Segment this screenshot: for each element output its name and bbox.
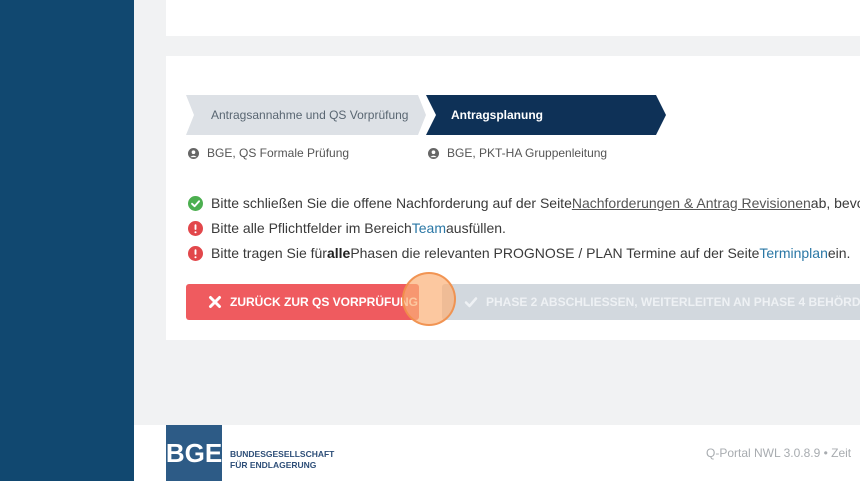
- logo-mark: BGE: [165, 437, 223, 468]
- logo-text: BUNDESGESELLSCHAFT FÜR ENDLAGERUNG: [230, 449, 334, 471]
- sidebar: [0, 0, 134, 481]
- assignee-label: BGE, PKT-HA Gruppenleitung: [447, 146, 608, 160]
- footer: BGE BUNDESGESELLSCHAFT FÜR ENDLAGERUNG Q…: [134, 425, 860, 481]
- bge-logo: BGE: [166, 425, 222, 481]
- version-info: Q-Portal NWL 3.0.8.9 • Zeit: [706, 446, 852, 460]
- step-assignee: BGE, QS Formale Prüfung: [188, 146, 349, 160]
- workflow-card: Antragsannahme und QS Vorprüfung Antrags…: [166, 56, 860, 340]
- top-card: [166, 0, 860, 36]
- terminplan-link[interactable]: Terminplan: [759, 245, 827, 261]
- logo-line: BUNDESGESELLSCHAFT: [230, 449, 335, 459]
- back-to-qs-button[interactable]: ZURÜCK ZUR QS VORPRÜFUNG: [186, 284, 419, 320]
- message-text: Phasen die relevanten PROGNOSE / PLAN Te…: [350, 245, 760, 261]
- message-team: Bitte alle Pflichtfelder im Bereich Team…: [188, 220, 506, 236]
- message-text: ein.: [827, 245, 851, 261]
- close-icon: [209, 296, 221, 308]
- check-icon: [464, 297, 478, 308]
- user-icon: [428, 147, 439, 159]
- complete-phase-button[interactable]: PHASE 2 ABSCHLIESSEN, WEITERLEITEN AN PH…: [442, 284, 860, 320]
- message-text: Bitte schließen Sie die offene Nachforde…: [211, 195, 572, 211]
- message-nachforderung: Bitte schließen Sie die offene Nachforde…: [188, 195, 860, 211]
- button-label: ZURÜCK ZUR QS VORPRÜFUNG: [230, 295, 418, 309]
- message-emphasis: alle: [326, 245, 351, 261]
- step-label: Antragsplanung: [451, 108, 543, 122]
- alert-circle-icon: [188, 245, 203, 261]
- message-text: Bitte alle Pflichtfelder im Bereich: [211, 220, 412, 236]
- team-link[interactable]: Team: [412, 220, 446, 236]
- nachforderungen-link[interactable]: Nachforderungen & Antrag Revisionen: [572, 195, 811, 211]
- assignee-label: BGE, QS Formale Prüfung: [207, 146, 350, 160]
- message-text: ab, bevor: [810, 195, 860, 211]
- alert-circle-icon: [188, 220, 203, 236]
- step-label: Antragsannahme und QS Vorprüfung: [211, 108, 409, 122]
- step-antragsannahme[interactable]: Antragsannahme und QS Vorprüfung: [186, 95, 426, 135]
- click-indicator: [402, 272, 456, 326]
- step-assignee: BGE, PKT-HA Gruppenleitung: [428, 146, 607, 160]
- message-text: ausfüllen.: [446, 220, 506, 236]
- check-circle-icon: [188, 195, 203, 211]
- message-terminplan: Bitte tragen Sie für alle Phasen die rel…: [188, 245, 850, 261]
- user-icon: [188, 147, 199, 159]
- button-label: PHASE 2 ABSCHLIESSEN, WEITERLEITEN AN PH…: [486, 295, 860, 309]
- logo-line: FÜR ENDLAGERUNG: [230, 460, 317, 470]
- message-text: Bitte tragen Sie für: [211, 245, 327, 261]
- step-antragsplanung[interactable]: Antragsplanung: [426, 95, 666, 135]
